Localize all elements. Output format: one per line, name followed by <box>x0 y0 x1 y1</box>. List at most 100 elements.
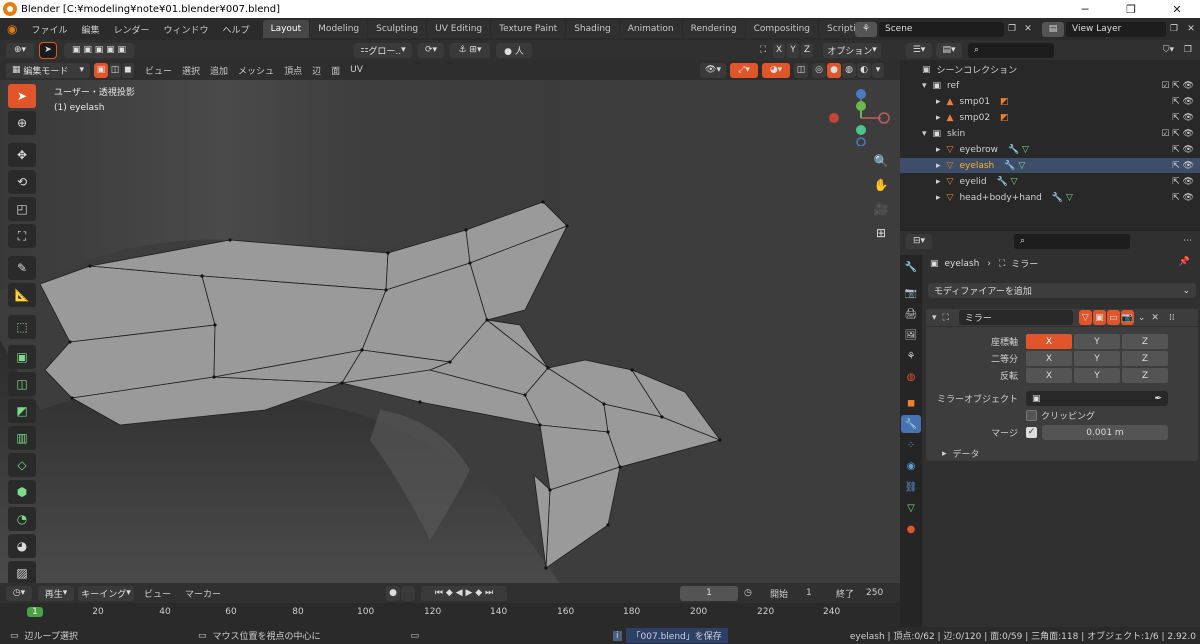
menu-view[interactable]: ビュー <box>140 64 177 77</box>
mirror-z-toggle[interactable]: Z <box>801 42 813 58</box>
visibility-toggles-icon[interactable]: ☑ ⇱ 👁 <box>1161 81 1194 91</box>
record-button[interactable]: ● <box>386 585 401 601</box>
menu-vertex[interactable]: 頂点 <box>279 64 307 77</box>
end-value[interactable]: 250 <box>866 588 883 598</box>
object-tab-icon[interactable]: ◼ <box>901 394 921 412</box>
timeline-editor-icon[interactable]: ◷▾ <box>6 585 32 601</box>
remove-modifier-icon[interactable]: ✕ <box>1151 313 1159 323</box>
tab-rendering[interactable]: Rendering <box>682 20 745 38</box>
expand-arrow-icon[interactable]: ▾ <box>922 81 927 91</box>
scale-tool-icon[interactable]: ◰ <box>8 197 36 221</box>
close-window-button[interactable]: ✕ <box>1154 0 1200 18</box>
display-mode-icon[interactable]: ▤▾ <box>936 42 962 58</box>
visibility-toggles-icon[interactable]: ⇱ 👁 <box>1172 97 1194 107</box>
expand-arrow-icon[interactable]: ▾ <box>922 129 927 139</box>
edge-slide-tool-icon[interactable]: ▨ <box>8 561 36 585</box>
cursor-tool-icon[interactable]: ⊕ <box>8 111 36 135</box>
bisect-z-toggle[interactable]: Z <box>1122 351 1168 366</box>
playback-dropdown[interactable]: 再生 ▾ <box>38 585 74 601</box>
delete-view-layer-icon[interactable]: ✕ <box>1182 24 1200 34</box>
editor-type-icon[interactable]: ⊕▾ <box>6 42 34 58</box>
timeline-view-menu[interactable]: ビュー <box>144 587 171 600</box>
merge-checkbox[interactable]: ✓ <box>1026 427 1037 438</box>
mirror-object-field[interactable]: ▣ ✒ <box>1026 391 1168 406</box>
snap-icon[interactable]: ⚓ ⊞▾ <box>450 42 490 58</box>
select-box-mode-icon[interactable]: ▣ ▣ ▣ ▣ ▣ <box>64 42 134 58</box>
proportional-edit-icon[interactable]: ● 人 <box>496 42 532 58</box>
mirror-x-toggle[interactable]: X <box>773 42 785 58</box>
new-scene-icon[interactable]: ❐ <box>1004 24 1020 34</box>
move-tool-icon[interactable]: ✥ <box>8 143 36 167</box>
frame-ruler[interactable]: 1 20 40 60 80 100 120 140 160 180 200 220 240 <box>0 603 900 627</box>
add-cube-tool-icon[interactable]: ⬚ <box>8 315 36 339</box>
current-frame-field[interactable]: 1 <box>680 585 738 601</box>
mirror-y-toggle[interactable]: Y <box>787 42 799 58</box>
menu-edge[interactable]: 辺 <box>307 64 326 77</box>
expand-arrow-icon[interactable]: ▸ <box>936 145 941 155</box>
properties-search-input[interactable]: ⌕ <box>1014 233 1130 249</box>
new-collection-icon[interactable]: ❐ <box>1184 45 1192 55</box>
outliner-search-input[interactable]: ⌕ <box>968 42 1054 58</box>
transform-orientation-dropdown[interactable]: ⚏ グロー.. ▾ <box>354 42 412 58</box>
output-tab-icon[interactable]: 🖨 <box>901 305 921 323</box>
expand-arrow-icon[interactable]: ▸ <box>936 161 941 171</box>
modifier-name-field[interactable]: ミラー <box>958 310 1073 325</box>
flip-z-toggle[interactable]: Z <box>1122 368 1168 383</box>
scene-collection-row[interactable]: ▣ シーンコレクション <box>900 62 1200 77</box>
minimize-button[interactable]: ─ <box>1062 0 1108 18</box>
outliner-row-smp02[interactable]: ▸ ▲ smp02 ◩ ⇱ 👁 <box>900 110 1200 125</box>
modifier-tab-icon[interactable]: 🔧 <box>901 415 921 433</box>
smooth-tool-icon[interactable]: ◕ <box>8 534 36 558</box>
clipping-checkbox[interactable] <box>1026 410 1037 421</box>
edge-select-icon[interactable]: ◫ <box>109 62 121 78</box>
overlay-toggle-icon[interactable]: ◕▾ <box>762 62 790 78</box>
flip-y-toggle[interactable]: Y <box>1074 368 1120 383</box>
data-tab-icon[interactable]: ▽ <box>901 499 921 517</box>
view-object-types-icon[interactable]: 👁▾ <box>700 62 726 78</box>
xray-toggle-icon[interactable]: ◫ <box>794 62 808 78</box>
tab-compositing[interactable]: Compositing <box>745 20 819 38</box>
preview-range-icon[interactable]: ◷ <box>744 588 752 598</box>
bisect-y-toggle[interactable]: Y <box>1074 351 1120 366</box>
visibility-toggles-icon[interactable]: ⇱ 👁 <box>1172 145 1194 155</box>
face-select-icon[interactable]: ◼ <box>122 62 134 78</box>
zoom-icon[interactable]: 🔍 <box>868 150 894 172</box>
vertex-select-icon[interactable]: ▣ <box>94 62 108 78</box>
solid-shading-icon[interactable]: ● <box>827 62 841 78</box>
properties-editor-icon[interactable]: ⊟▾ <box>906 233 932 249</box>
poly-build-tool-icon[interactable]: ⬢ <box>8 480 36 504</box>
drag-handle-icon[interactable]: ⁞⁞ <box>1169 313 1175 323</box>
tool-tab-icon[interactable]: 🔧 <box>901 258 921 276</box>
axis-y-toggle[interactable]: Y <box>1074 334 1120 349</box>
expand-arrow-icon[interactable]: ▸ <box>936 97 941 107</box>
menu-add[interactable]: 追加 <box>205 64 233 77</box>
constraints-tab-icon[interactable]: ⛓ <box>901 478 921 496</box>
annotate-tool-icon[interactable]: ✎ <box>8 256 36 280</box>
extrude-tool-icon[interactable]: ▣ <box>8 345 36 369</box>
pan-hand-icon[interactable]: ✋ <box>868 174 894 196</box>
loop-cut-tool-icon[interactable]: ▥ <box>8 426 36 450</box>
outliner-row-eyebrow[interactable]: ▸ ▽ eyebrow 🔧 ▽ ⇱ 👁 <box>900 142 1200 157</box>
visibility-toggles-icon[interactable]: ⇱ 👁 <box>1172 177 1194 187</box>
material-shading-icon[interactable]: ◍ <box>842 62 856 78</box>
timeline-marker-menu[interactable]: マーカー <box>185 587 221 600</box>
visibility-toggles-icon[interactable]: ⇱ 👁 <box>1172 161 1194 171</box>
inset-tool-icon[interactable]: ◫ <box>8 372 36 396</box>
particles-tab-icon[interactable]: ⁘ <box>901 436 921 454</box>
wireframe-shading-icon[interactable]: ◎ <box>812 62 826 78</box>
editor-logo-icon[interactable]: ◉ <box>0 22 24 36</box>
start-value[interactable]: 1 <box>806 588 812 598</box>
options-dropdown[interactable]: オプション ▾ <box>823 42 881 58</box>
visibility-toggles-icon[interactable]: ☑ ⇱ 👁 <box>1161 129 1194 139</box>
scene-selector-icon[interactable]: ⚘ <box>855 21 877 37</box>
scene-field[interactable]: Scene <box>879 21 1004 37</box>
menu-window[interactable]: ウィンドウ <box>157 23 216 36</box>
tab-modeling[interactable]: Modeling <box>310 20 368 38</box>
axis-x-toggle[interactable]: X <box>1026 334 1072 349</box>
knife-tool-icon[interactable]: ◇ <box>8 453 36 477</box>
shading-options-icon[interactable]: ▾ <box>872 62 884 78</box>
transport-controls[interactable]: ⏮ ◆ ◀ ▶ ◆ ⏭ <box>421 585 508 601</box>
select-box-tool-icon[interactable]: ➤ <box>8 84 36 108</box>
outliner-row-eyelash[interactable]: ▸ ▽ eyelash 🔧 ▽ ⇱ 👁 <box>900 158 1200 173</box>
3d-viewport[interactable]: ユーザー・透視投影 (1) eyelash 🔍 ✋ 🎥 ⊞ <box>0 80 900 583</box>
